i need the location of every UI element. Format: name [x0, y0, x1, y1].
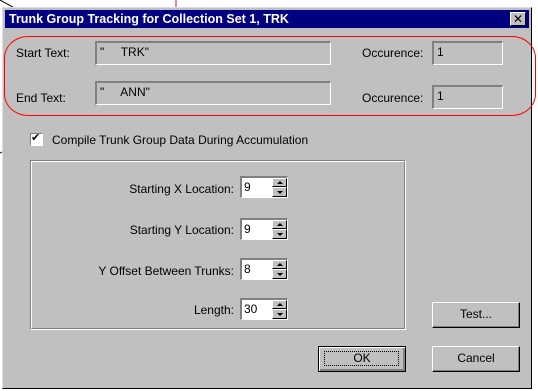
starting-y-spin-down[interactable]	[272, 229, 287, 239]
test-button[interactable]: Test...	[432, 302, 520, 328]
starting-y-input[interactable]: 9	[240, 218, 288, 240]
start-occurence-field[interactable]: 1	[432, 41, 503, 65]
starting-x-spin-up[interactable]	[272, 178, 287, 187]
length-spin-down[interactable]	[272, 309, 287, 319]
starting-y-label: Starting Y Location:	[129, 223, 234, 237]
length-spin-up[interactable]	[272, 300, 287, 309]
cancel-button[interactable]: Cancel	[432, 346, 520, 372]
close-icon: ✕	[512, 12, 524, 26]
starting-y-spin-up[interactable]	[272, 220, 287, 229]
starting-x-input[interactable]: 9	[240, 176, 288, 198]
starting-x-label: Starting X Location:	[129, 182, 234, 196]
y-offset-spin-up[interactable]	[272, 260, 287, 269]
y-offset-label: Y Offset Between Trunks:	[98, 264, 234, 278]
compile-checkbox[interactable]: ✔	[30, 132, 43, 146]
end-occurence-field[interactable]: 1	[432, 85, 503, 109]
starting-x-spin-down[interactable]	[272, 187, 287, 197]
end-text-label: End Text:	[16, 91, 66, 105]
start-text-field[interactable]: " TRK"	[95, 41, 331, 65]
end-occurence-label: Occurence:	[362, 91, 424, 105]
compile-label[interactable]: Compile Trunk Group Data During Accumula…	[52, 133, 308, 147]
close-button[interactable]: ✕	[510, 12, 526, 26]
window-title: Trunk Group Tracking for Collection Set …	[9, 12, 289, 26]
ok-label: OK	[353, 351, 371, 365]
title-bar: Trunk Group Tracking for Collection Set …	[5, 10, 529, 28]
y-offset-spin-down[interactable]	[272, 269, 287, 279]
start-occurence-label: Occurence:	[362, 46, 424, 60]
check-icon: ✔	[31, 132, 41, 144]
end-text-field[interactable]: " ANN"	[95, 81, 331, 105]
y-offset-input[interactable]: 8	[240, 258, 288, 280]
ok-button[interactable]: OK	[318, 346, 406, 372]
length-label: Length:	[193, 303, 234, 317]
start-text-label: Start Text:	[16, 46, 70, 60]
length-input[interactable]: 30	[240, 298, 288, 320]
